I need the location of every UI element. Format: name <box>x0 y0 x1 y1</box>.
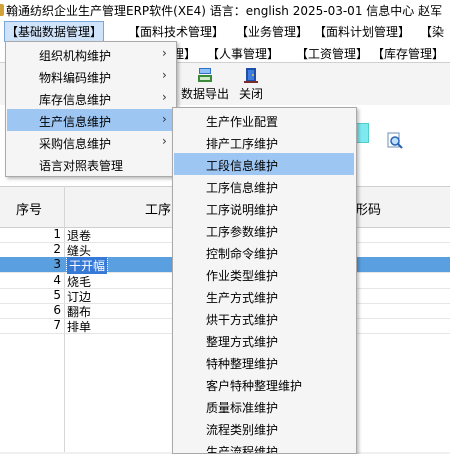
row-index: 4 <box>53 272 61 287</box>
header-process: 工序 <box>145 203 172 218</box>
export-button[interactable]: 数据导出 <box>180 67 230 102</box>
submenu-item-3[interactable]: 工序信息维护 <box>174 175 354 197</box>
menu-item-label: 组织机构维护 <box>39 49 112 63</box>
menu-hr[interactable]: 【人事管理】 <box>205 44 281 62</box>
menu-item-2[interactable]: 库存信息维护 › <box>7 87 175 109</box>
chevron-right-icon: › <box>162 46 167 60</box>
row-index: 2 <box>53 242 61 257</box>
submenu-item-label: 排产工序维护 <box>206 137 279 151</box>
submenu-item-12[interactable]: 客户特种整理维护 <box>174 373 354 395</box>
submenu-item-7[interactable]: 作业类型维护 <box>174 263 354 285</box>
submenu-item-9[interactable]: 烘干方式维护 <box>174 307 354 329</box>
submenu-item-4[interactable]: 工序说明维护 <box>174 197 354 219</box>
chevron-right-icon: › <box>162 68 167 82</box>
submenu-item-10[interactable]: 整理方式维护 <box>174 329 354 351</box>
row-index: 1 <box>53 227 61 241</box>
export-icon <box>198 68 212 82</box>
row-index: 7 <box>53 318 61 333</box>
header-barcode: 形码 <box>355 203 382 218</box>
chevron-right-icon: › <box>162 90 167 104</box>
menu-basic-data[interactable]: 【基础数据管理】 <box>4 21 105 42</box>
close-label: 关闭 <box>238 87 263 101</box>
submenu-item-8[interactable]: 生产方式维护 <box>174 285 354 307</box>
submenu-item-label: 流程类别维护 <box>206 423 279 437</box>
submenu-item-label: 生产流程维护 <box>206 445 279 454</box>
chevron-right-icon: › <box>162 134 167 148</box>
submenu-item-11[interactable]: 特种整理维护 <box>174 351 354 373</box>
menu-item-4[interactable]: 采购信息维护 › <box>7 131 175 153</box>
row-index: 6 <box>53 303 61 317</box>
submenu-item-0[interactable]: 生产作业配置 <box>174 109 354 131</box>
submenu-item-label: 工序信息维护 <box>206 181 279 195</box>
menu-dyeing[interactable]: 【染 <box>418 22 446 41</box>
submenu-item-label: 生产作业配置 <box>206 115 279 129</box>
main-menu-bar: 【基础数据管理】 【面料技术管理】 【业务管理】 【面料计划管理】 【染 <box>0 20 450 43</box>
menu-item-5[interactable]: 语言对照表管理 <box>7 153 175 175</box>
basic-data-dropdown: 组织机构维护 › 物料编码维护 › 库存信息维护 › 生产信息维护 › 采购信息维护 › 语言对照表… <box>5 41 177 177</box>
submenu-item-5[interactable]: 工序参数维护 <box>174 219 354 241</box>
submenu-item-label: 烘干方式维护 <box>206 313 279 327</box>
submenu-item-label: 作业类型维护 <box>206 269 279 283</box>
menu-item-label: 物料编码维护 <box>39 71 112 85</box>
query-field[interactable] <box>355 123 369 143</box>
close-door-icon <box>244 68 258 83</box>
menu-inventory[interactable]: 【库存管理】 <box>370 44 446 62</box>
search-icon[interactable] <box>386 132 404 150</box>
submenu-item-1[interactable]: 排产工序维护 <box>174 131 354 153</box>
menu-item-label: 语言对照表管理 <box>39 159 124 173</box>
submenu-item-label: 客户特种整理维护 <box>206 379 303 393</box>
menu-item-label: 库存信息维护 <box>39 93 112 107</box>
submenu-item-14[interactable]: 流程类别维护 <box>174 417 354 439</box>
menu-fabric-plan[interactable]: 【面料计划管理】 <box>312 22 412 41</box>
submenu-item-6[interactable]: 控制命令维护 <box>174 241 354 263</box>
export-label: 数据导出 <box>180 87 229 101</box>
menu-business[interactable]: 【业务管理】 <box>234 22 310 41</box>
submenu-item-label: 控制命令维护 <box>206 247 279 261</box>
submenu-item-label: 生产方式维护 <box>206 291 279 305</box>
submenu-item-13[interactable]: 质量标准维护 <box>174 395 354 417</box>
menu-item-label: 生产信息维护 <box>39 115 112 129</box>
production-info-submenu: 生产作业配置 排产工序维护 工段信息维护 工序信息维护 工序说明维护 工序参数维护 控制命令… <box>172 107 357 454</box>
chevron-right-icon: › <box>162 112 167 126</box>
menu-item-3[interactable]: 生产信息维护 › <box>7 109 175 131</box>
row-process-name[interactable]: 排单 <box>67 318 91 335</box>
submenu-item-label: 工序参数维护 <box>206 225 279 239</box>
submenu-item-label: 整理方式维护 <box>206 335 279 349</box>
submenu-item-label: 工段信息维护 <box>206 159 279 173</box>
menu-item-1[interactable]: 物料编码维护 › <box>7 65 175 87</box>
submenu-item-label: 质量标准维护 <box>206 401 279 415</box>
menu-fabric-tech[interactable]: 【面料技术管理】 <box>126 22 226 41</box>
window-title-bar: 翰通纺织企业生产管理ERP软件(XE4) 语言：english 2025-03-… <box>0 0 450 20</box>
app-icon <box>0 4 4 16</box>
close-button[interactable]: 关闭 <box>236 67 266 102</box>
header-index: 序号 <box>16 203 43 218</box>
menu-salary[interactable]: 【工资管理】 <box>294 44 370 62</box>
row-index: 5 <box>53 287 61 302</box>
submenu-item-2[interactable]: 工段信息维护 <box>174 153 354 175</box>
row-index: 3 <box>53 257 61 272</box>
window-title: 翰通纺织企业生产管理ERP软件(XE4) 语言：english 2025-03-… <box>6 4 443 18</box>
submenu-item-label: 工序说明维护 <box>206 203 279 217</box>
menu-item-label: 采购信息维护 <box>39 137 112 151</box>
submenu-item-label: 特种整理维护 <box>206 357 279 371</box>
menu-item-0[interactable]: 组织机构维护 › <box>7 43 175 65</box>
